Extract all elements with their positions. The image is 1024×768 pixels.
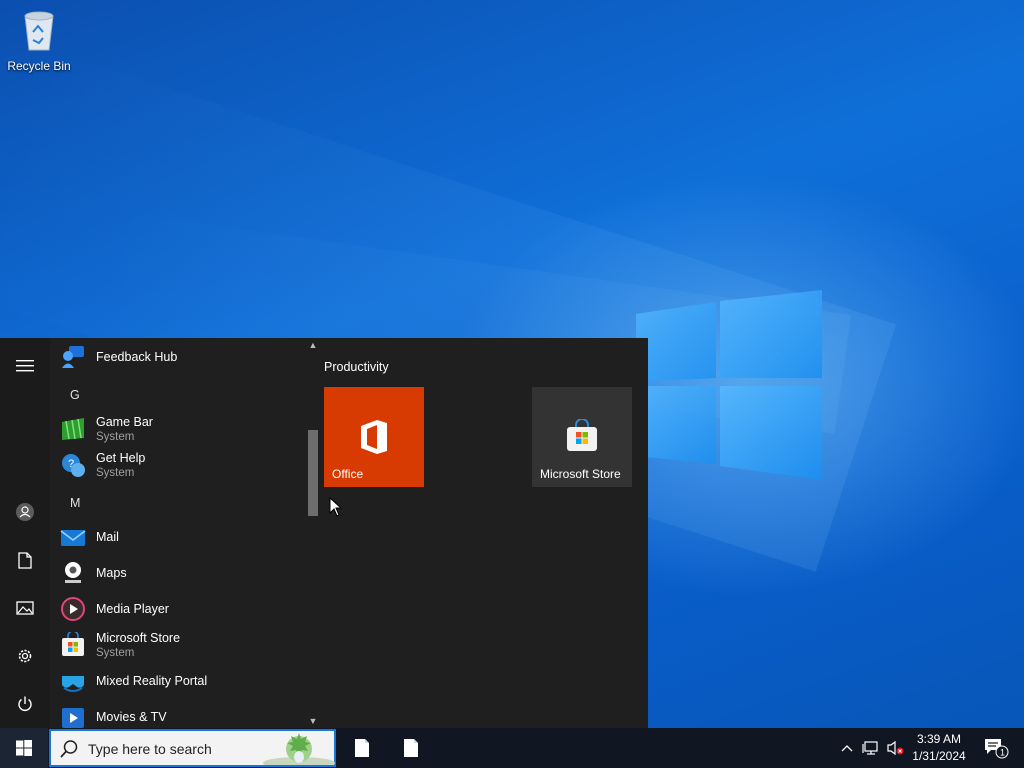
game-bar-icon [62, 418, 84, 440]
scroll-thumb[interactable] [308, 430, 318, 516]
svg-text:?: ? [68, 458, 74, 470]
app-name: Get Help [96, 451, 146, 465]
expand-menu-button[interactable] [0, 346, 50, 386]
app-item-media-player[interactable]: Media Player [60, 592, 300, 626]
letter-header-m[interactable]: M [70, 496, 80, 510]
taskbar-search-box[interactable]: Type here to search [49, 729, 336, 767]
app-item-movies-tv[interactable]: Movies & TV [60, 700, 300, 728]
media-player-icon [61, 597, 85, 621]
app-name: Maps [96, 566, 127, 580]
app-name: Mixed Reality Portal [96, 674, 208, 688]
show-hidden-icons-button[interactable] [836, 728, 858, 768]
app-name: Media Player [96, 602, 169, 616]
search-placeholder: Type here to search [88, 741, 212, 757]
settings-gear-icon [18, 649, 32, 663]
tile-label: Microsoft Store [540, 467, 621, 481]
taskbar-clock[interactable]: 3:39 AM 1/31/2024 [906, 731, 972, 765]
documents-button[interactable] [0, 540, 50, 580]
volume-muted-icon [887, 740, 904, 756]
action-center-button[interactable]: 1 [978, 728, 1014, 768]
tile-office[interactable]: Office [324, 387, 424, 487]
search-icon [60, 740, 78, 758]
app-subtitle: System [96, 467, 135, 479]
app-item-microsoft-store[interactable]: Microsoft Store System [60, 628, 300, 662]
tile-label: Office [332, 467, 364, 481]
taskbar-pinned-document-2[interactable] [387, 728, 435, 768]
app-item-feedback-hub[interactable]: Feedback Hub [60, 340, 300, 374]
search-highlight-illustration [263, 733, 335, 765]
feedback-hub-icon [62, 346, 84, 368]
taskbar: Type here to search 3:39 AM 1/31/2024 1 [0, 728, 1024, 768]
tiles-area: Productivity Office Microsoft Store [320, 338, 648, 728]
network-icon [862, 741, 878, 755]
app-name: Microsoft Store [96, 631, 181, 645]
power-button[interactable] [0, 684, 50, 724]
app-name: Feedback Hub [96, 350, 178, 364]
mixed-reality-portal-icon [62, 676, 84, 692]
app-subtitle: System [96, 647, 135, 659]
power-icon [18, 696, 32, 711]
volume-button[interactable] [884, 728, 906, 768]
app-subtitle: System [96, 431, 135, 443]
tile-microsoft-store[interactable]: Microsoft Store [532, 387, 632, 487]
app-list-scrollbar[interactable]: ▲ ▼ [306, 338, 320, 728]
app-name: Mail [96, 530, 119, 544]
app-item-get-help[interactable]: ? Get Help System [60, 448, 300, 482]
start-button[interactable] [0, 728, 48, 768]
document-icon [355, 739, 369, 757]
letter-header-g[interactable]: G [70, 388, 80, 402]
hamburger-menu-icon [16, 360, 34, 372]
get-help-icon: ? [62, 454, 85, 477]
windows-start-icon [16, 740, 32, 756]
desktop-icon-label: Recycle Bin [7, 59, 71, 73]
clock-time: 3:39 AM [916, 732, 962, 746]
app-item-mixed-reality-portal[interactable]: Mixed Reality Portal [60, 664, 300, 698]
pictures-icon [16, 601, 34, 615]
app-list[interactable]: Feedback Hub G Game Bar System ? Get Hel… [50, 338, 306, 728]
start-rail [0, 338, 50, 728]
notification-icon: 1 [985, 739, 1009, 759]
scroll-down-arrow-icon[interactable]: ▼ [308, 716, 318, 726]
office-icon [361, 420, 387, 454]
app-name: Game Bar [96, 415, 153, 429]
windows-logo-wallpaper [636, 290, 822, 480]
clock-date: 1/31/2024 [912, 749, 966, 763]
mail-icon [60, 530, 86, 546]
chevron-up-icon [841, 745, 853, 752]
notification-count: 1 [1000, 748, 1005, 758]
scroll-up-arrow-icon[interactable]: ▲ [308, 340, 318, 350]
pictures-button[interactable] [0, 588, 50, 628]
recycle-bin-icon [24, 11, 54, 51]
mouse-cursor-icon [329, 497, 343, 517]
desktop-icon-recycle-bin[interactable]: Recycle Bin [4, 8, 74, 73]
user-account-button[interactable] [0, 492, 50, 532]
taskbar-pinned-document-1[interactable] [338, 728, 386, 768]
document-icon [404, 739, 418, 757]
user-account-icon [16, 503, 34, 521]
documents-icon [18, 551, 32, 569]
app-item-game-bar[interactable]: Game Bar System [60, 412, 300, 446]
tile-group-title[interactable]: Productivity [324, 360, 389, 374]
microsoft-store-icon [62, 632, 84, 656]
microsoft-store-icon [567, 419, 597, 451]
app-item-mail[interactable]: Mail [60, 520, 300, 554]
maps-icon [65, 562, 81, 583]
movies-tv-icon [62, 708, 84, 728]
app-name: Movies & TV [96, 710, 167, 724]
network-status-button[interactable] [860, 728, 882, 768]
app-item-maps[interactable]: Maps [60, 556, 300, 590]
settings-button[interactable] [0, 636, 50, 676]
start-menu: Feedback Hub G Game Bar System ? Get Hel… [0, 338, 648, 728]
